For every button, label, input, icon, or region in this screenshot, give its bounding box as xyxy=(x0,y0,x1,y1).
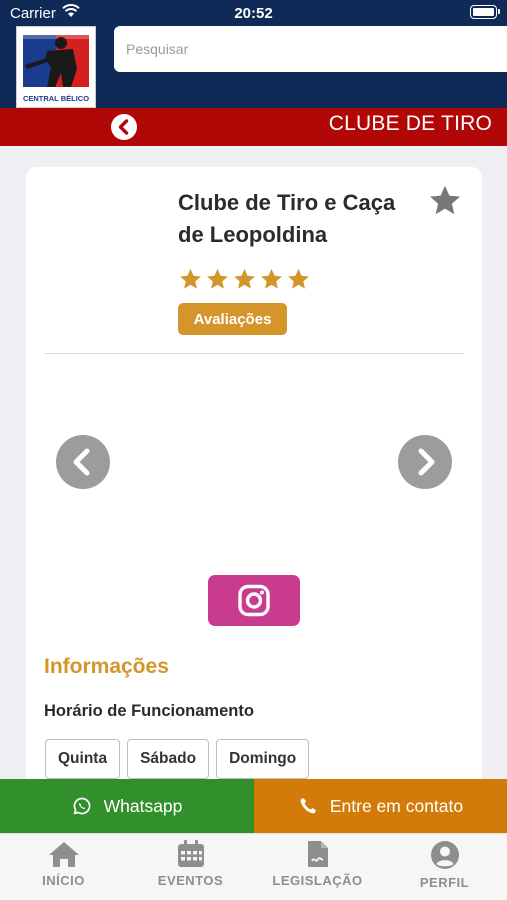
day-chip: Sábado xyxy=(127,739,210,779)
chevron-left-icon xyxy=(118,119,129,135)
opening-days: Quinta Sábado Domingo xyxy=(45,739,310,779)
tab-eventos[interactable]: EVENTOS xyxy=(127,840,254,888)
status-bar: Carrier 20:52 xyxy=(0,0,507,26)
day-chip: Domingo xyxy=(216,739,310,779)
info-heading: Informações xyxy=(44,655,169,678)
club-detail-card: Clube de Tiro e Caça de Leopoldina Avali… xyxy=(26,167,482,847)
status-time: 20:52 xyxy=(234,5,273,22)
tab-label: EVENTOS xyxy=(157,873,224,888)
logo-caption: CENTRAL BÉLICO xyxy=(22,94,90,103)
tab-label: INÍCIO xyxy=(42,873,85,888)
whatsapp-button[interactable]: Whatsapp xyxy=(0,779,254,833)
battery-icon xyxy=(470,5,500,19)
bottom-tab-bar: INÍCIO EVENTOS LEGISLAÇÃO PERFIL xyxy=(0,833,507,900)
gallery-next-button[interactable] xyxy=(398,435,452,489)
day-chip: Quinta xyxy=(45,739,121,779)
club-name-line2: de Leopoldina xyxy=(178,222,328,247)
reviews-button[interactable]: Avaliações xyxy=(178,303,287,335)
star-icon xyxy=(234,268,255,289)
chevron-left-icon xyxy=(73,448,90,476)
tab-label: LEGISLAÇÃO xyxy=(272,873,363,888)
calendar-icon xyxy=(177,840,204,867)
star-icon xyxy=(207,268,228,289)
whatsapp-label: Whatsapp xyxy=(103,795,183,816)
profile-icon xyxy=(430,841,459,869)
contact-label: Entre em contato xyxy=(329,795,464,816)
soldier-logo-icon xyxy=(23,35,89,87)
document-icon xyxy=(307,841,328,867)
home-icon xyxy=(48,842,79,867)
tab-label: PERFIL xyxy=(419,875,470,890)
star-icon xyxy=(288,268,309,289)
brand-logo[interactable]: CENTRAL BÉLICO xyxy=(16,26,96,108)
app-header: Carrier 20:52 CENTRAL BÉLICO xyxy=(0,0,507,108)
club-name: Clube de Tiro e Caça de Leopoldina xyxy=(178,187,418,251)
rating-stars xyxy=(178,267,311,292)
section-title: CLUBE DE TIRO xyxy=(328,112,492,135)
star-icon xyxy=(261,268,282,289)
back-button[interactable] xyxy=(111,114,137,140)
tab-perfil[interactable]: PERFIL xyxy=(381,840,507,890)
tab-inicio[interactable]: INÍCIO xyxy=(0,840,127,888)
whatsapp-icon xyxy=(73,797,90,815)
divider xyxy=(44,353,464,354)
instagram-button[interactable] xyxy=(208,575,300,626)
opening-hours-label: Horário de Funcionamento xyxy=(44,702,254,720)
contact-button[interactable]: Entre em contato xyxy=(254,779,507,833)
section-bar: CLUBE DE TIRO xyxy=(0,108,507,146)
club-name-line1: Clube de Tiro e Caça xyxy=(178,190,396,215)
star-icon xyxy=(180,268,201,289)
tab-legislacao[interactable]: LEGISLAÇÃO xyxy=(254,840,381,888)
search-input[interactable] xyxy=(114,26,507,72)
instagram-icon xyxy=(238,584,270,617)
phone-icon xyxy=(300,798,316,814)
chevron-right-icon xyxy=(418,448,435,476)
search-bar[interactable] xyxy=(114,26,507,72)
favorite-star-icon[interactable] xyxy=(427,183,463,219)
gallery-prev-button[interactable] xyxy=(56,435,110,489)
